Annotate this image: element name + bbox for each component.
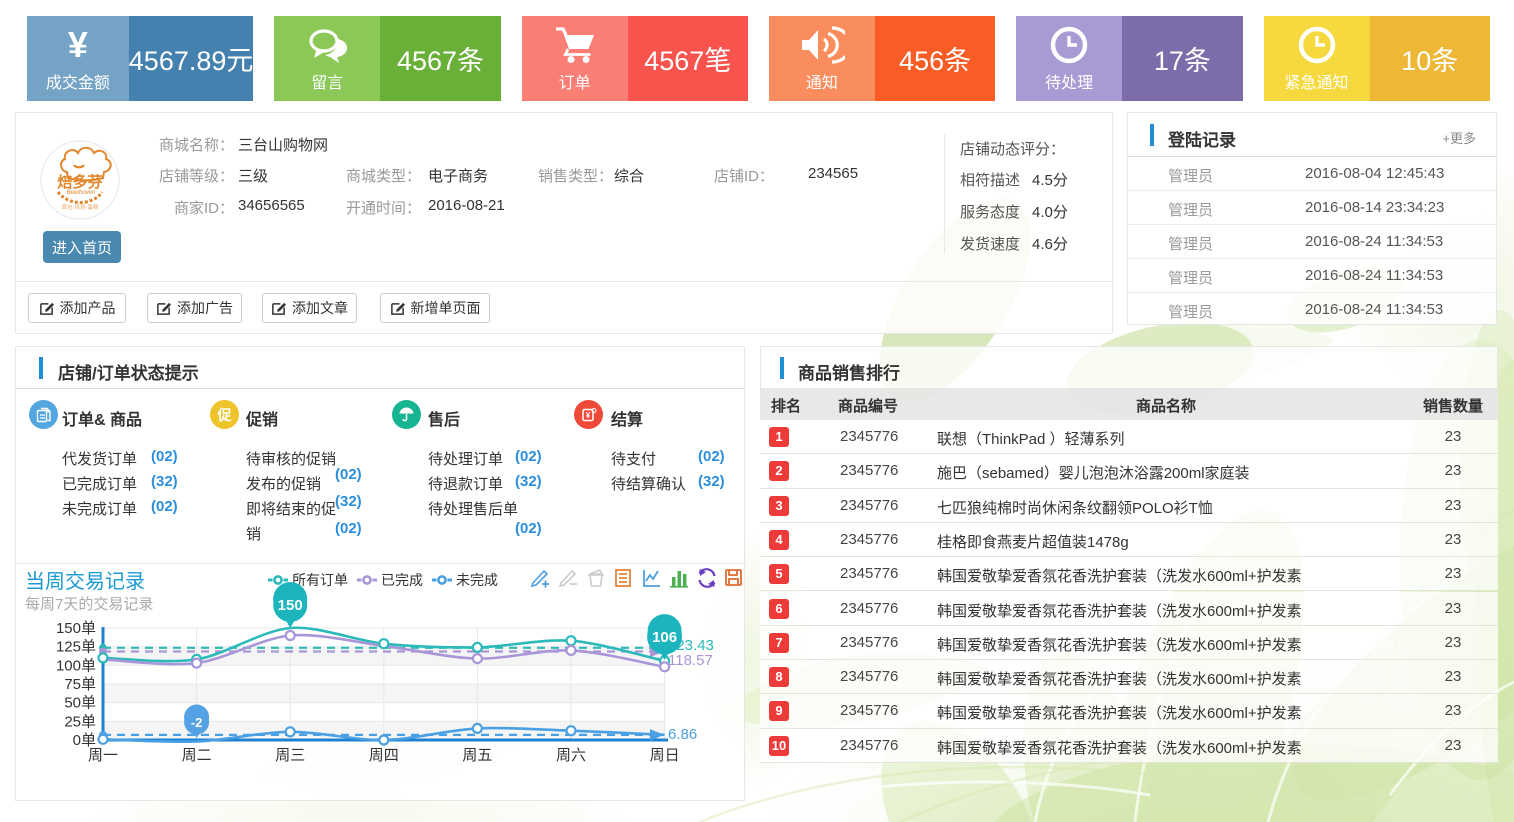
- svg-text:周三: 周三: [275, 747, 305, 764]
- svg-text:106: 106: [652, 629, 677, 646]
- svg-text:Beethoven: Beethoven: [67, 190, 96, 196]
- svg-text:118.57: 118.57: [668, 652, 713, 669]
- svg-text:125单: 125单: [56, 639, 96, 656]
- svg-text:6.86: 6.86: [668, 726, 697, 743]
- svg-text:-2: -2: [191, 715, 203, 730]
- svg-text:150: 150: [278, 597, 303, 614]
- svg-text:周二: 周二: [182, 747, 212, 764]
- svg-text:周五: 周五: [462, 747, 492, 764]
- svg-text:焙多芬: 焙多芬: [57, 173, 103, 191]
- svg-text:75单: 75单: [64, 676, 96, 693]
- svg-text:150单: 150单: [56, 620, 96, 637]
- svg-text:周日: 周日: [650, 747, 680, 764]
- svg-text:50单: 50单: [64, 695, 96, 712]
- svg-text:周四: 周四: [369, 747, 399, 764]
- svg-text:面包·烘焙·蛋糕: 面包·烘焙·蛋糕: [62, 203, 99, 211]
- svg-text:周六: 周六: [556, 747, 586, 764]
- svg-text:100单: 100单: [56, 657, 96, 674]
- svg-text:周一: 周一: [88, 747, 118, 764]
- svg-text:25单: 25单: [64, 713, 96, 730]
